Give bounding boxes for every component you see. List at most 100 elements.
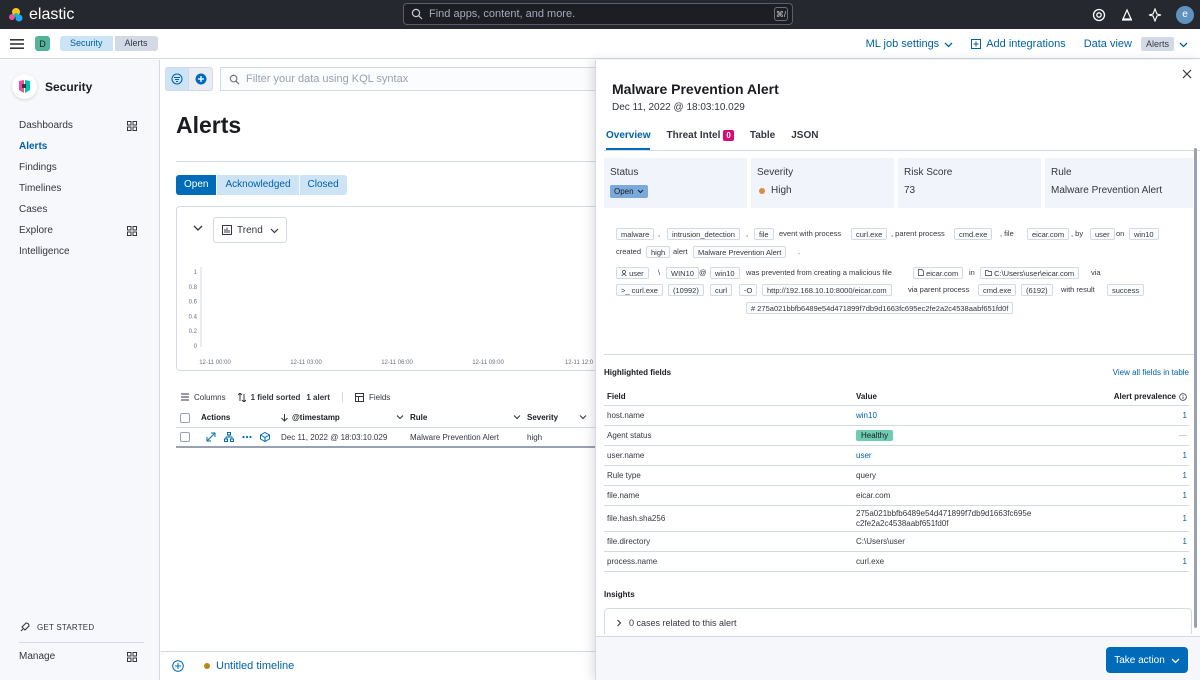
status-filter-open[interactable]: Open: [176, 175, 217, 195]
data-view-value: Alerts: [1140, 37, 1174, 51]
ml-job-settings-button[interactable]: ML job settings: [866, 38, 954, 50]
tab-table[interactable]: Table: [750, 128, 775, 150]
session-view-icon[interactable]: [260, 432, 270, 442]
chip-win10[interactable]: win10: [1129, 228, 1159, 240]
grid-icon[interactable]: [127, 225, 137, 236]
chip-result[interactable]: success: [1107, 284, 1145, 296]
chip-malware[interactable]: malware: [616, 228, 655, 240]
data-view-picker[interactable]: Data view Alerts: [1084, 37, 1188, 51]
column-header-severity[interactable]: Severity: [527, 413, 595, 422]
sidebar-item-label: Alerts: [19, 141, 48, 152]
field-value[interactable]: win10: [856, 411, 1096, 420]
insights-cases-label: 0 cases related to this alert: [629, 618, 737, 628]
field-prevalence[interactable]: 1: [1096, 491, 1189, 500]
info-icon[interactable]: [1179, 392, 1187, 401]
column-header-rule[interactable]: Rule: [410, 413, 527, 422]
chip-arg-url[interactable]: http://192.168.10.10:8000/eicar.com: [762, 284, 892, 296]
field-value: eicar.com: [856, 491, 891, 500]
field-prevalence[interactable]: 1: [1096, 557, 1189, 566]
chip-curl-exe[interactable]: curl.exe: [851, 228, 888, 240]
field-prevalence[interactable]: 1: [1096, 451, 1189, 460]
expand-icon[interactable]: [206, 432, 216, 442]
global-search[interactable]: Find apps, content, and more. ⌘/: [403, 3, 793, 25]
analyze-event-icon[interactable]: [224, 432, 234, 442]
tabs-divider: [604, 150, 1200, 151]
column-header-timestamp[interactable]: @timestamp: [281, 413, 410, 422]
prevalence-header-label: Alert prevalence: [1113, 392, 1176, 401]
select-all-checkbox[interactable]: [176, 412, 200, 423]
space-avatar[interactable]: D: [35, 36, 50, 51]
chip-parent-cmd[interactable]: cmd.exe: [978, 284, 1017, 296]
search-placeholder: Find apps, content, and more.: [429, 8, 576, 20]
untitled-timeline-link[interactable]: Untitled timeline: [216, 660, 294, 672]
tab-threat-intel[interactable]: Threat Intel 0: [666, 128, 734, 150]
breadcrumb-security[interactable]: Security: [60, 36, 113, 51]
sidebar-item-dashboards[interactable]: Dashboards: [19, 115, 137, 136]
spaces-icon[interactable]: [1148, 7, 1162, 22]
chip-process-curl[interactable]: >_ curl.exe: [616, 284, 663, 296]
columns-button[interactable]: Columns: [181, 393, 226, 402]
grid-icon[interactable]: [127, 651, 137, 662]
chip-file-path[interactable]: C:\Users\user\eicar.com: [980, 267, 1080, 279]
chip-arg-o[interactable]: -O: [739, 284, 758, 296]
chip-process-user[interactable]: user: [616, 267, 649, 279]
chip-ppid[interactable]: (6192): [1021, 284, 1053, 296]
chip-cmd-exe[interactable]: cmd.exe: [954, 228, 993, 240]
chip-hash[interactable]: # 275a021bbfb6489e54d471899f7db9d1663fc6…: [746, 302, 1014, 314]
add-timeline-icon[interactable]: [172, 660, 184, 672]
chip-domain-win10[interactable]: WIN10: [666, 267, 699, 279]
field-prevalence[interactable]: 1: [1096, 514, 1189, 523]
insights-cases-accordion[interactable]: 0 cases related to this alert: [604, 608, 1192, 634]
row-checkbox[interactable]: [176, 432, 200, 442]
status-dropdown[interactable]: Open: [610, 185, 648, 198]
close-icon[interactable]: [1182, 69, 1192, 79]
saved-query-button[interactable]: [165, 67, 189, 91]
status-filter-acknowledged[interactable]: Acknowledged: [216, 175, 300, 195]
chip-rule-name[interactable]: Malware Prevention Alert: [693, 246, 787, 258]
chip-high[interactable]: high: [646, 246, 671, 258]
chip-user[interactable]: user: [1090, 228, 1115, 240]
user-avatar[interactable]: e: [1176, 5, 1194, 24]
kql-search-input[interactable]: Filter your data using KQL syntax: [220, 67, 595, 91]
menu-toggle-icon[interactable]: [10, 38, 24, 50]
status-filter-closed[interactable]: Closed: [299, 175, 347, 195]
more-actions-icon[interactable]: [242, 432, 252, 442]
elastic-logo[interactable]: elastic: [8, 6, 74, 24]
fields-button[interactable]: Fields: [354, 392, 390, 402]
highlighted-fields-header: Highlighted fields View all fields in ta…: [604, 368, 1194, 382]
add-integrations-button[interactable]: Add integrations: [971, 38, 1066, 50]
chip-pid[interactable]: (10992): [668, 284, 704, 296]
take-action-button[interactable]: Take action: [1106, 647, 1188, 673]
chip-text: 275a021bbfb6489e54d471899f7db9d1663fc695…: [757, 304, 1009, 313]
field-prevalence[interactable]: 1: [1096, 471, 1189, 480]
sidebar-item-timelines[interactable]: Timelines: [19, 178, 137, 199]
chip-file[interactable]: file: [754, 228, 774, 240]
sidebar-item-alerts[interactable]: Alerts: [19, 136, 137, 157]
add-filter-button[interactable]: [189, 67, 213, 91]
field-value[interactable]: user: [856, 451, 1096, 460]
y-tick-0-6: 0.6: [189, 300, 198, 306]
sidebar-item-manage[interactable]: Manage: [19, 651, 137, 662]
chip-file-eicar[interactable]: eicar.com: [913, 267, 964, 279]
chip-intrusion-detection[interactable]: intrusion_detection: [667, 228, 740, 240]
chip-arg-curl[interactable]: curl: [710, 284, 733, 296]
row-rule[interactable]: Malware Prevention Alert: [410, 433, 527, 442]
chip-host-win10[interactable]: win10: [710, 267, 740, 279]
sidebar-item-intelligence[interactable]: Intelligence: [19, 241, 137, 262]
field-prevalence[interactable]: 1: [1096, 537, 1189, 546]
sidebar-item-cases[interactable]: Cases: [19, 199, 137, 220]
tab-overview[interactable]: Overview: [606, 128, 651, 150]
tab-json[interactable]: JSON: [791, 128, 818, 150]
flyout-scrollbar[interactable]: [1194, 148, 1197, 628]
news-feed-icon[interactable]: [1120, 8, 1134, 22]
grid-icon[interactable]: [127, 120, 137, 131]
field-prevalence[interactable]: 1: [1096, 411, 1189, 420]
sort-button[interactable]: 1 field sorted: [237, 392, 300, 402]
get-started-link[interactable]: GET STARTED: [19, 622, 94, 633]
sidebar-item-explore[interactable]: Explore: [19, 220, 137, 241]
help-icon[interactable]: [1092, 8, 1106, 22]
chip-eicar[interactable]: eicar.com: [1027, 228, 1070, 240]
sidebar-item-findings[interactable]: Findings: [19, 157, 137, 178]
rule-link[interactable]: Malware Prevention Alert: [1051, 185, 1193, 196]
view-all-fields-link[interactable]: View all fields in table: [1113, 368, 1189, 377]
